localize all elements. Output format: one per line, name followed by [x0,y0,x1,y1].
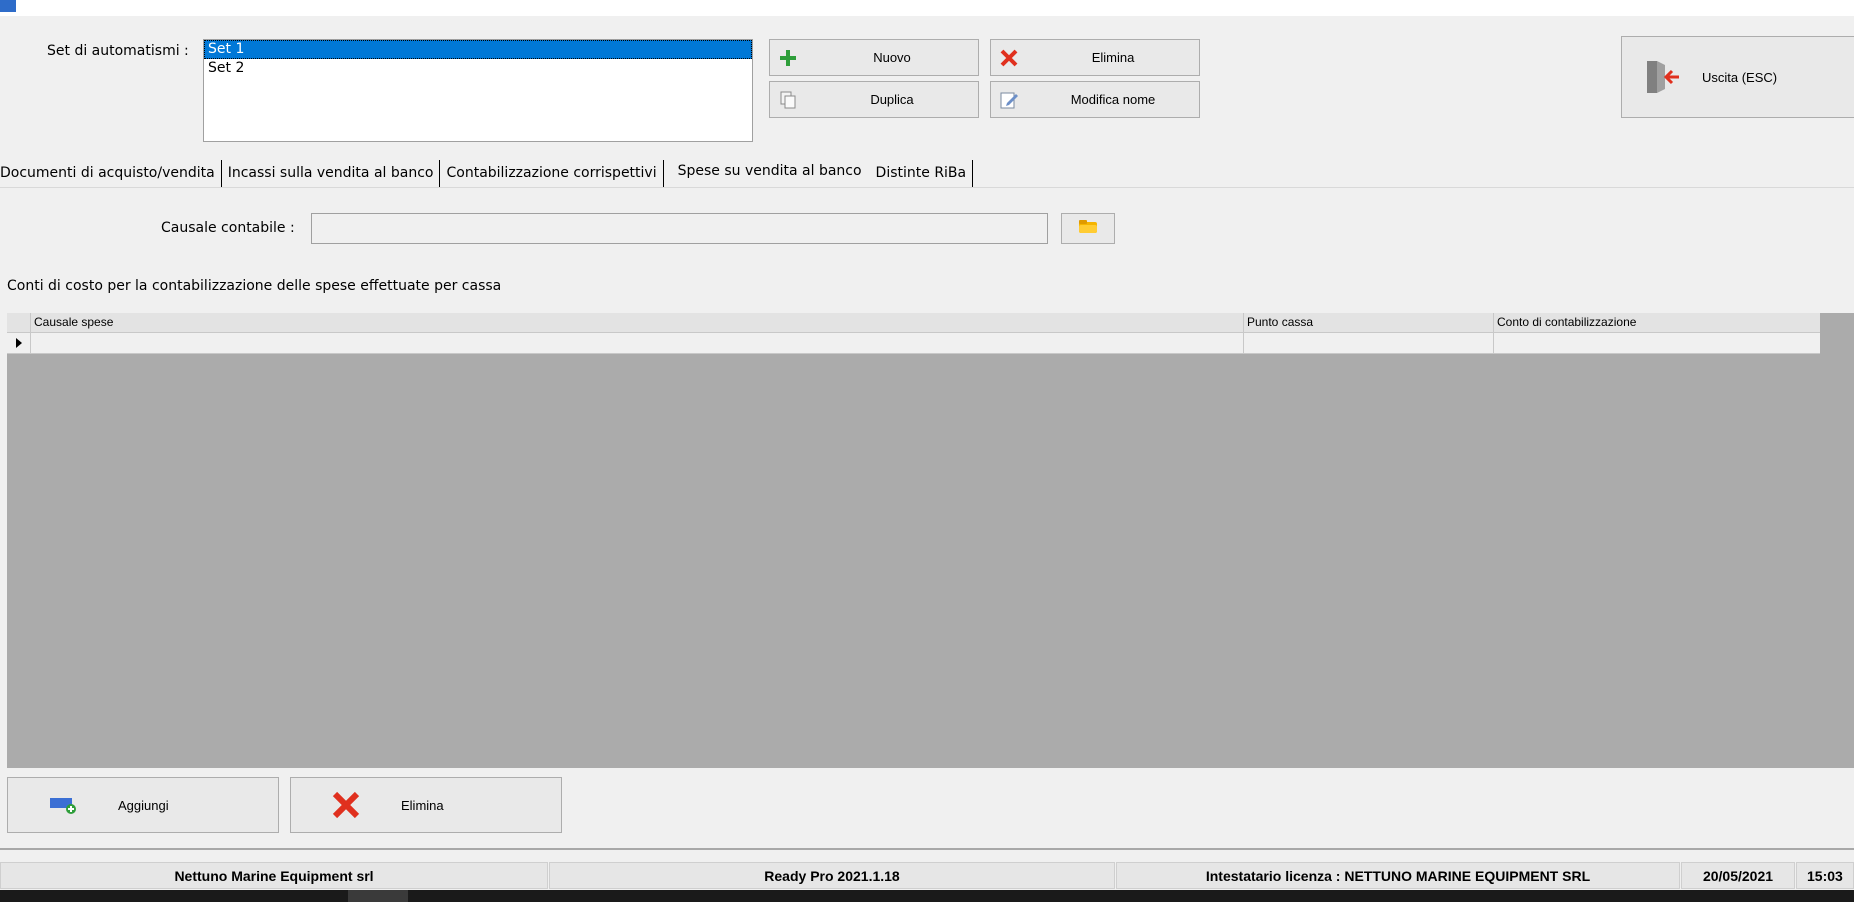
status-bar: Nettuno Marine Equipment srl Ready Pro 2… [0,862,1854,890]
tab-strip: Documenti di acquisto/vendita Incassi su… [0,158,979,188]
tab-riba[interactable]: Distinte RiBa [876,160,974,187]
tab-spese[interactable]: Spese su vendita al banco [669,158,870,185]
title-bar [0,0,1854,16]
tab-corrispettivi[interactable]: Contabilizzazione corrispettivi [446,160,664,187]
status-company: Nettuno Marine Equipment srl [0,862,548,889]
set-item-2[interactable]: Set 2 [204,59,752,78]
rename-button[interactable]: Modifica nome [990,81,1200,118]
set-item-1[interactable]: Set 1 [204,40,752,59]
copy-icon [770,90,806,110]
exit-button[interactable]: Uscita (ESC) [1621,36,1854,118]
taskbar [0,890,1854,902]
set-label: Set di automatismi : [47,43,189,59]
tab-incassi[interactable]: Incassi sulla vendita al banco [228,160,441,187]
folder-icon [1078,219,1098,239]
add-row-button-label: Aggiungi [118,797,169,813]
causale-browse-button[interactable] [1061,213,1115,244]
duplicate-button-label: Duplica [870,92,914,107]
new-button-label: Nuovo [873,50,911,65]
cell-causale-spese[interactable] [30,333,1243,353]
table-row[interactable] [7,333,1820,354]
cell-punto-cassa[interactable] [1243,333,1493,353]
delete-set-button[interactable]: Elimina [990,39,1200,76]
causale-input[interactable] [311,213,1048,244]
taskbar-active-app[interactable] [348,890,408,902]
rename-button-label: Modifica nome [1070,92,1156,107]
row-indicator-icon [7,333,30,353]
column-header-conto[interactable]: Conto di contabilizzazione [1493,313,1820,332]
delete-row-button-label: Elimina [401,797,444,813]
column-header-punto-cassa[interactable]: Punto cassa [1243,313,1493,332]
set-listbox[interactable]: Set 1 Set 2 [203,39,753,142]
delete-set-button-label: Elimina [1091,50,1135,65]
status-license: Intestatario licenza : NETTUNO MARINE EQ… [1116,862,1680,889]
app-icon [0,0,16,12]
expense-grid[interactable] [7,313,1854,768]
column-header-causale-spese[interactable]: Causale spese [30,313,1243,332]
tab-documenti[interactable]: Documenti di acquisto/vendita [0,160,222,187]
status-time: 15:03 [1796,862,1854,889]
grid-header: Causale spese Punto cassa Conto di conta… [7,313,1820,333]
bottom-divider [0,848,1854,850]
delete-row-button[interactable]: Elimina [290,777,562,833]
new-button[interactable]: Nuovo [769,39,979,76]
edit-icon [991,90,1027,110]
duplicate-button[interactable]: Duplica [769,81,979,118]
section-title: Conti di costo per la contabilizzazione … [7,278,502,294]
status-version: Ready Pro 2021.1.18 [549,862,1115,889]
add-row-button[interactable]: Aggiungi [7,777,279,833]
cell-conto[interactable] [1493,333,1820,353]
close-icon [291,790,401,820]
close-icon [991,48,1027,68]
causale-label: Causale contabile : [161,220,295,236]
exit-door-icon [1622,57,1702,97]
exit-button-label: Uscita (ESC) [1702,69,1778,85]
status-date: 20/05/2021 [1681,862,1795,889]
plus-icon [770,48,806,68]
tab-divider [0,187,1854,188]
add-row-icon [8,795,118,815]
